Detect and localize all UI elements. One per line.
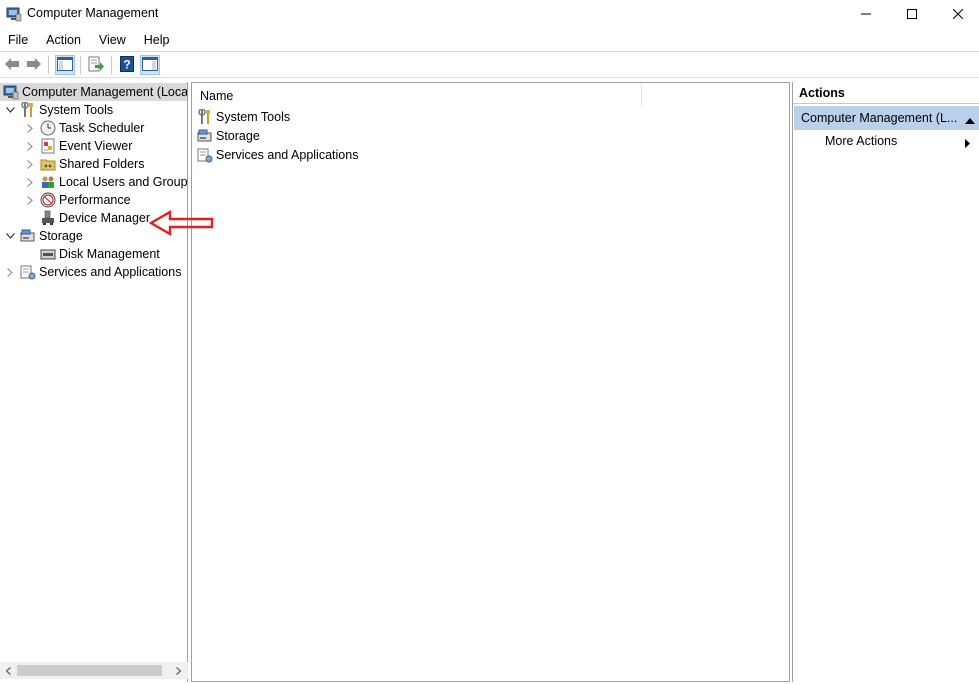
back-arrow-icon bbox=[4, 57, 20, 74]
show-hide-console-tree-button[interactable] bbox=[55, 55, 75, 75]
chevron-right-icon[interactable] bbox=[24, 158, 36, 170]
tree-item-event-viewer[interactable]: Event Viewer bbox=[24, 137, 132, 155]
tree-item-disk-management[interactable]: Disk Management bbox=[40, 245, 160, 263]
performance-icon bbox=[40, 192, 56, 208]
users-icon bbox=[40, 174, 56, 190]
help-icon: ? bbox=[120, 55, 134, 75]
results-pane[interactable]: Name System Tools Storage Services and A… bbox=[191, 82, 790, 682]
window-title: Computer Management bbox=[27, 6, 159, 20]
chevron-right-icon[interactable] bbox=[24, 176, 36, 188]
collapse-up-icon[interactable] bbox=[965, 113, 975, 127]
list-item-label: Storage bbox=[216, 129, 260, 143]
export-list-icon bbox=[88, 56, 104, 75]
tree-item-label: Computer Management (Local bbox=[22, 85, 188, 99]
chevron-right-icon[interactable] bbox=[24, 140, 36, 152]
toolbar: ? bbox=[0, 51, 979, 78]
tree-item-label: Disk Management bbox=[59, 247, 160, 261]
tree-horizontal-scrollbar[interactable] bbox=[0, 662, 188, 679]
tree-item-label: Device Manager bbox=[59, 211, 151, 225]
column-header-label: Name bbox=[200, 89, 234, 103]
tree-item-performance[interactable]: Performance bbox=[24, 191, 131, 209]
menu-view[interactable]: View bbox=[93, 31, 132, 49]
scroll-right-icon[interactable] bbox=[170, 662, 187, 679]
chevron-right-icon[interactable] bbox=[4, 266, 16, 278]
storage-icon bbox=[197, 128, 213, 144]
toolbar-separator bbox=[80, 56, 81, 74]
back-button[interactable] bbox=[2, 55, 22, 75]
tree-item-system-tools[interactable]: System Tools bbox=[4, 101, 113, 119]
help-button[interactable]: ? bbox=[117, 55, 137, 75]
show-action-pane-icon bbox=[142, 56, 158, 74]
export-list-button[interactable] bbox=[86, 55, 106, 75]
tree-item-label: Event Viewer bbox=[59, 139, 133, 153]
actions-group-computer-management[interactable]: Computer Management (L... bbox=[794, 106, 979, 130]
tree-item-storage[interactable]: Storage bbox=[4, 227, 83, 245]
tree-item-computer-management[interactable]: Computer Management (Local bbox=[0, 83, 188, 101]
computer-management-icon bbox=[3, 84, 19, 100]
show-hide-tree-icon bbox=[57, 56, 73, 74]
svg-text:?: ? bbox=[123, 57, 130, 71]
disk-icon bbox=[40, 246, 56, 262]
tree-item-label: System Tools bbox=[39, 103, 114, 117]
storage-icon bbox=[20, 228, 36, 244]
services-icon bbox=[197, 147, 213, 163]
tree-item-local-users-and-groups[interactable]: Local Users and Groups bbox=[24, 173, 188, 191]
tree-item-label: Task Scheduler bbox=[59, 121, 145, 135]
actions-group-label: Computer Management (L... bbox=[801, 111, 958, 125]
tree-item-shared-folders[interactable]: Shared Folders bbox=[24, 155, 144, 173]
chevron-down-icon[interactable] bbox=[4, 230, 16, 242]
more-actions-item[interactable]: More Actions bbox=[825, 134, 897, 148]
chevron-down-icon[interactable] bbox=[4, 104, 16, 116]
list-item-label: Services and Applications bbox=[216, 148, 359, 162]
tree-item-services-and-applications[interactable]: Services and Applications bbox=[4, 263, 181, 281]
scroll-left-icon[interactable] bbox=[0, 662, 17, 679]
forward-button[interactable] bbox=[24, 55, 44, 75]
scrollbar-thumb[interactable] bbox=[17, 665, 162, 676]
console-tree[interactable]: Computer Management (Local System Tools … bbox=[0, 82, 188, 682]
device-manager-icon bbox=[40, 210, 56, 226]
show-hide-action-pane-button[interactable] bbox=[140, 55, 160, 75]
list-item-system-tools[interactable]: System Tools bbox=[197, 108, 290, 126]
menu-bar: File Action View Help bbox=[0, 29, 979, 51]
tree-item-label: Performance bbox=[59, 193, 131, 207]
title-bar: Computer Management bbox=[0, 0, 979, 28]
tree-item-label: Services and Applications bbox=[39, 265, 182, 279]
actions-header: Actions bbox=[793, 82, 979, 104]
forward-arrow-icon bbox=[26, 57, 42, 74]
tree-item-task-scheduler[interactable]: Task Scheduler bbox=[24, 119, 144, 137]
clock-icon bbox=[40, 120, 56, 136]
chevron-right-icon[interactable] bbox=[24, 122, 36, 134]
tree-item-label: Local Users and Groups bbox=[59, 175, 188, 189]
toolbar-separator bbox=[111, 56, 112, 74]
menu-help[interactable]: Help bbox=[138, 31, 176, 49]
maximize-button[interactable] bbox=[889, 0, 935, 28]
actions-pane: Actions Computer Management (L... More A… bbox=[792, 82, 979, 682]
system-tools-icon bbox=[20, 102, 36, 118]
list-item-label: System Tools bbox=[216, 110, 291, 124]
list-item-services-and-applications[interactable]: Services and Applications bbox=[197, 146, 358, 164]
chevron-right-icon[interactable] bbox=[24, 194, 36, 206]
tree-item-label: Shared Folders bbox=[59, 157, 145, 171]
minimize-button[interactable] bbox=[843, 0, 889, 28]
tree-item-label: Storage bbox=[39, 229, 83, 243]
menu-action[interactable]: Action bbox=[40, 31, 87, 49]
submenu-arrow-icon bbox=[965, 137, 970, 151]
services-icon bbox=[20, 264, 36, 280]
column-header-name[interactable]: Name bbox=[192, 83, 642, 107]
toolbar-separator bbox=[48, 56, 49, 74]
annotation-arrow-icon bbox=[148, 209, 218, 237]
menu-file[interactable]: File bbox=[2, 31, 34, 49]
shared-folder-icon bbox=[40, 156, 56, 172]
system-tools-icon bbox=[197, 109, 213, 125]
event-viewer-icon bbox=[40, 138, 56, 154]
computer-management-icon bbox=[6, 6, 22, 22]
tree-item-device-manager[interactable]: Device Manager bbox=[40, 209, 150, 227]
list-item-storage[interactable]: Storage bbox=[197, 127, 260, 145]
close-button[interactable] bbox=[935, 0, 979, 28]
